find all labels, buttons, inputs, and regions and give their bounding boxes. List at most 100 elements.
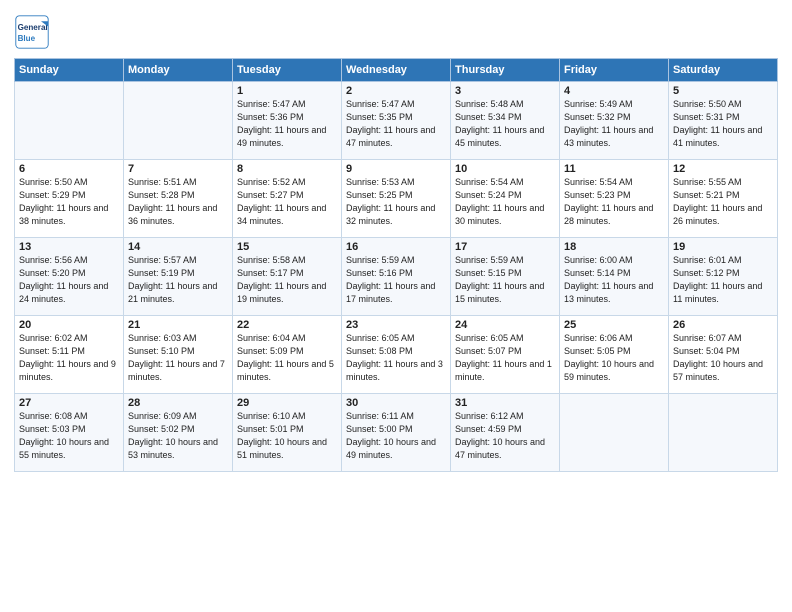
day-number: 3 bbox=[455, 85, 555, 97]
day-info: Sunrise: 6:03 AM Sunset: 5:10 PM Dayligh… bbox=[128, 332, 228, 384]
calendar-cell: 1Sunrise: 5:47 AM Sunset: 5:36 PM Daylig… bbox=[233, 82, 342, 160]
day-info: Sunrise: 5:47 AM Sunset: 5:36 PM Dayligh… bbox=[237, 98, 337, 150]
day-number: 30 bbox=[346, 397, 446, 409]
weekday-header-saturday: Saturday bbox=[669, 59, 778, 82]
calendar-cell bbox=[15, 82, 124, 160]
day-number: 2 bbox=[346, 85, 446, 97]
calendar-cell bbox=[560, 394, 669, 472]
day-info: Sunrise: 5:59 AM Sunset: 5:15 PM Dayligh… bbox=[455, 254, 555, 306]
calendar-cell: 10Sunrise: 5:54 AM Sunset: 5:24 PM Dayli… bbox=[451, 160, 560, 238]
calendar-cell: 25Sunrise: 6:06 AM Sunset: 5:05 PM Dayli… bbox=[560, 316, 669, 394]
day-info: Sunrise: 5:50 AM Sunset: 5:31 PM Dayligh… bbox=[673, 98, 773, 150]
weekday-header-friday: Friday bbox=[560, 59, 669, 82]
svg-text:Blue: Blue bbox=[18, 34, 36, 43]
day-number: 8 bbox=[237, 163, 337, 175]
calendar-cell: 21Sunrise: 6:03 AM Sunset: 5:10 PM Dayli… bbox=[124, 316, 233, 394]
day-number: 27 bbox=[19, 397, 119, 409]
day-info: Sunrise: 5:47 AM Sunset: 5:35 PM Dayligh… bbox=[346, 98, 446, 150]
day-info: Sunrise: 6:06 AM Sunset: 5:05 PM Dayligh… bbox=[564, 332, 664, 384]
calendar-cell: 31Sunrise: 6:12 AM Sunset: 4:59 PM Dayli… bbox=[451, 394, 560, 472]
calendar-cell: 3Sunrise: 5:48 AM Sunset: 5:34 PM Daylig… bbox=[451, 82, 560, 160]
day-number: 21 bbox=[128, 319, 228, 331]
day-number: 18 bbox=[564, 241, 664, 253]
day-info: Sunrise: 5:55 AM Sunset: 5:21 PM Dayligh… bbox=[673, 176, 773, 228]
calendar-cell: 19Sunrise: 6:01 AM Sunset: 5:12 PM Dayli… bbox=[669, 238, 778, 316]
day-info: Sunrise: 5:54 AM Sunset: 5:23 PM Dayligh… bbox=[564, 176, 664, 228]
calendar-week-2: 6Sunrise: 5:50 AM Sunset: 5:29 PM Daylig… bbox=[15, 160, 778, 238]
calendar-cell: 18Sunrise: 6:00 AM Sunset: 5:14 PM Dayli… bbox=[560, 238, 669, 316]
day-number: 5 bbox=[673, 85, 773, 97]
day-number: 13 bbox=[19, 241, 119, 253]
day-number: 7 bbox=[128, 163, 228, 175]
day-info: Sunrise: 5:54 AM Sunset: 5:24 PM Dayligh… bbox=[455, 176, 555, 228]
day-info: Sunrise: 5:52 AM Sunset: 5:27 PM Dayligh… bbox=[237, 176, 337, 228]
day-number: 23 bbox=[346, 319, 446, 331]
day-number: 6 bbox=[19, 163, 119, 175]
day-info: Sunrise: 6:08 AM Sunset: 5:03 PM Dayligh… bbox=[19, 410, 119, 462]
day-number: 12 bbox=[673, 163, 773, 175]
calendar-cell bbox=[669, 394, 778, 472]
weekday-header-monday: Monday bbox=[124, 59, 233, 82]
day-info: Sunrise: 6:12 AM Sunset: 4:59 PM Dayligh… bbox=[455, 410, 555, 462]
day-info: Sunrise: 6:09 AM Sunset: 5:02 PM Dayligh… bbox=[128, 410, 228, 462]
day-number: 15 bbox=[237, 241, 337, 253]
calendar-cell: 7Sunrise: 5:51 AM Sunset: 5:28 PM Daylig… bbox=[124, 160, 233, 238]
day-number: 4 bbox=[564, 85, 664, 97]
calendar-cell: 27Sunrise: 6:08 AM Sunset: 5:03 PM Dayli… bbox=[15, 394, 124, 472]
calendar-cell: 16Sunrise: 5:59 AM Sunset: 5:16 PM Dayli… bbox=[342, 238, 451, 316]
day-number: 1 bbox=[237, 85, 337, 97]
calendar-cell: 28Sunrise: 6:09 AM Sunset: 5:02 PM Dayli… bbox=[124, 394, 233, 472]
day-info: Sunrise: 5:53 AM Sunset: 5:25 PM Dayligh… bbox=[346, 176, 446, 228]
header: General Blue bbox=[14, 10, 778, 50]
day-info: Sunrise: 5:59 AM Sunset: 5:16 PM Dayligh… bbox=[346, 254, 446, 306]
day-number: 29 bbox=[237, 397, 337, 409]
day-info: Sunrise: 6:05 AM Sunset: 5:07 PM Dayligh… bbox=[455, 332, 555, 384]
weekday-header-row: SundayMondayTuesdayWednesdayThursdayFrid… bbox=[15, 59, 778, 82]
calendar-cell: 20Sunrise: 6:02 AM Sunset: 5:11 PM Dayli… bbox=[15, 316, 124, 394]
day-info: Sunrise: 5:49 AM Sunset: 5:32 PM Dayligh… bbox=[564, 98, 664, 150]
calendar-table: SundayMondayTuesdayWednesdayThursdayFrid… bbox=[14, 58, 778, 472]
calendar-cell: 22Sunrise: 6:04 AM Sunset: 5:09 PM Dayli… bbox=[233, 316, 342, 394]
day-info: Sunrise: 6:05 AM Sunset: 5:08 PM Dayligh… bbox=[346, 332, 446, 384]
calendar-container: General Blue SundayMondayTuesdayWednesda… bbox=[0, 0, 792, 482]
day-number: 16 bbox=[346, 241, 446, 253]
day-info: Sunrise: 5:51 AM Sunset: 5:28 PM Dayligh… bbox=[128, 176, 228, 228]
day-info: Sunrise: 6:00 AM Sunset: 5:14 PM Dayligh… bbox=[564, 254, 664, 306]
day-info: Sunrise: 6:07 AM Sunset: 5:04 PM Dayligh… bbox=[673, 332, 773, 384]
day-info: Sunrise: 5:57 AM Sunset: 5:19 PM Dayligh… bbox=[128, 254, 228, 306]
weekday-header-wednesday: Wednesday bbox=[342, 59, 451, 82]
day-number: 28 bbox=[128, 397, 228, 409]
calendar-cell: 24Sunrise: 6:05 AM Sunset: 5:07 PM Dayli… bbox=[451, 316, 560, 394]
day-number: 26 bbox=[673, 319, 773, 331]
logo: General Blue bbox=[14, 14, 52, 50]
day-info: Sunrise: 6:01 AM Sunset: 5:12 PM Dayligh… bbox=[673, 254, 773, 306]
calendar-cell: 13Sunrise: 5:56 AM Sunset: 5:20 PM Dayli… bbox=[15, 238, 124, 316]
day-info: Sunrise: 6:11 AM Sunset: 5:00 PM Dayligh… bbox=[346, 410, 446, 462]
calendar-cell: 5Sunrise: 5:50 AM Sunset: 5:31 PM Daylig… bbox=[669, 82, 778, 160]
day-info: Sunrise: 5:48 AM Sunset: 5:34 PM Dayligh… bbox=[455, 98, 555, 150]
day-number: 10 bbox=[455, 163, 555, 175]
day-number: 17 bbox=[455, 241, 555, 253]
calendar-cell: 8Sunrise: 5:52 AM Sunset: 5:27 PM Daylig… bbox=[233, 160, 342, 238]
calendar-cell: 15Sunrise: 5:58 AM Sunset: 5:17 PM Dayli… bbox=[233, 238, 342, 316]
calendar-cell: 9Sunrise: 5:53 AM Sunset: 5:25 PM Daylig… bbox=[342, 160, 451, 238]
day-number: 14 bbox=[128, 241, 228, 253]
day-number: 22 bbox=[237, 319, 337, 331]
calendar-week-3: 13Sunrise: 5:56 AM Sunset: 5:20 PM Dayli… bbox=[15, 238, 778, 316]
day-number: 9 bbox=[346, 163, 446, 175]
weekday-header-tuesday: Tuesday bbox=[233, 59, 342, 82]
day-number: 24 bbox=[455, 319, 555, 331]
calendar-cell: 17Sunrise: 5:59 AM Sunset: 5:15 PM Dayli… bbox=[451, 238, 560, 316]
day-number: 20 bbox=[19, 319, 119, 331]
logo-icon: General Blue bbox=[14, 14, 50, 50]
calendar-cell: 23Sunrise: 6:05 AM Sunset: 5:08 PM Dayli… bbox=[342, 316, 451, 394]
calendar-cell: 14Sunrise: 5:57 AM Sunset: 5:19 PM Dayli… bbox=[124, 238, 233, 316]
day-info: Sunrise: 5:56 AM Sunset: 5:20 PM Dayligh… bbox=[19, 254, 119, 306]
calendar-week-5: 27Sunrise: 6:08 AM Sunset: 5:03 PM Dayli… bbox=[15, 394, 778, 472]
day-number: 19 bbox=[673, 241, 773, 253]
weekday-header-thursday: Thursday bbox=[451, 59, 560, 82]
calendar-cell: 26Sunrise: 6:07 AM Sunset: 5:04 PM Dayli… bbox=[669, 316, 778, 394]
day-number: 11 bbox=[564, 163, 664, 175]
calendar-cell: 29Sunrise: 6:10 AM Sunset: 5:01 PM Dayli… bbox=[233, 394, 342, 472]
calendar-cell: 6Sunrise: 5:50 AM Sunset: 5:29 PM Daylig… bbox=[15, 160, 124, 238]
